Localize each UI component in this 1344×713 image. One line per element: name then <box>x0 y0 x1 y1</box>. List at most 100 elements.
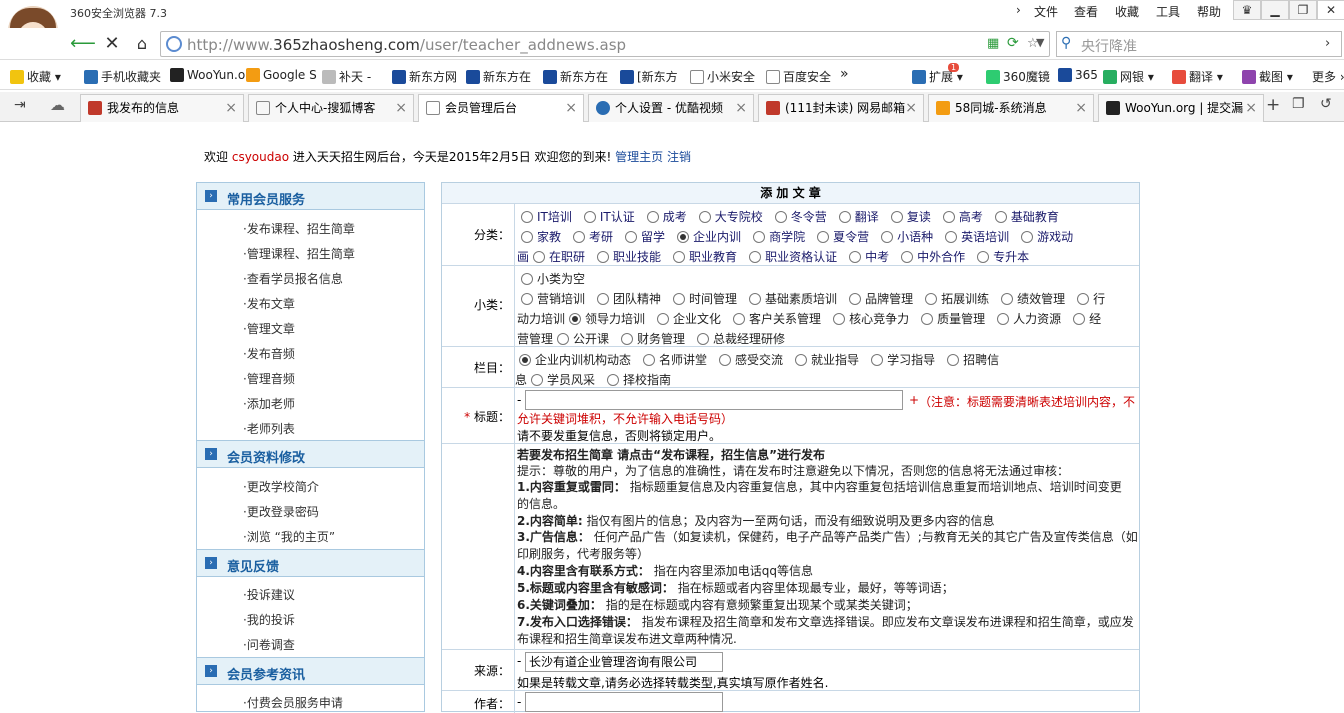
category-option[interactable]: 在职研 <box>529 250 585 264</box>
sidebar-item-enrollments[interactable]: ·查看学员报名信息 <box>243 270 343 287</box>
ext-screenshot[interactable]: 截图 ▾ <box>1242 68 1293 85</box>
bookmark-xdf-1[interactable]: 新东方网 <box>392 68 457 85</box>
category-option[interactable]: 基础教育 <box>991 210 1059 224</box>
source-input[interactable]: 长沙有道企业管理咨询有限公司 <box>525 652 723 672</box>
category-radio[interactable] <box>849 251 862 263</box>
subcategory-radio[interactable] <box>1077 293 1090 305</box>
sidebar-section-feedback[interactable]: › 意见反馈 <box>197 549 424 577</box>
tab-list-icon[interactable]: ❐ <box>1292 96 1305 112</box>
bookmark-xdf-3[interactable]: 新东方在 <box>543 68 608 85</box>
tab-163-mail[interactable]: (111封未读) 网易邮箱 × <box>758 94 924 122</box>
subcategory-radio[interactable] <box>733 313 746 325</box>
category-radio[interactable] <box>749 251 762 263</box>
category-radio[interactable] <box>774 211 787 223</box>
column-option[interactable]: 择校指南 <box>603 373 671 387</box>
url-input[interactable]: http://www.365zhaosheng.com/user/teacher… <box>160 31 1050 57</box>
category-radio[interactable] <box>890 211 903 223</box>
column-option[interactable]: 学习指导 <box>867 353 935 367</box>
sidebar-item-publish-audio[interactable]: ·发布音频 <box>243 345 295 362</box>
bookmark-mobile[interactable]: 手机收藏夹 <box>84 68 161 85</box>
subcategory-radio[interactable] <box>557 333 570 345</box>
ext-360mojing[interactable]: 360魔镜 <box>986 68 1050 85</box>
category-option[interactable]: 翻译 <box>835 210 879 224</box>
subcategory-option[interactable]: 公开课 <box>553 332 609 346</box>
subcategory-option[interactable]: 拓展训练 <box>921 292 989 306</box>
category-radio[interactable] <box>942 211 955 223</box>
category-radio[interactable] <box>625 231 638 243</box>
column-radio[interactable] <box>795 354 808 366</box>
subcategory-option[interactable]: 品牌管理 <box>845 292 913 306</box>
category-radio[interactable] <box>573 231 586 243</box>
subcategory-radio[interactable] <box>849 293 862 305</box>
column-option[interactable]: 就业指导 <box>791 353 859 367</box>
category-radio[interactable] <box>994 211 1007 223</box>
new-tab-icon[interactable]: + <box>1266 95 1280 115</box>
category-option[interactable]: 大专院校 <box>695 210 763 224</box>
category-option[interactable]: 高考 <box>939 210 983 224</box>
sidebar-item-teacher-list[interactable]: ·老师列表 <box>243 420 295 437</box>
subcategory-radio[interactable] <box>521 293 533 305</box>
cloud-icon[interactable]: ☁ <box>50 96 65 114</box>
subcategory-radio[interactable] <box>569 313 582 325</box>
tab-member-admin[interactable]: 会员管理后台 × <box>418 94 584 123</box>
subcategory-radio[interactable] <box>749 293 762 305</box>
category-radio[interactable] <box>698 211 711 223</box>
bookmark-google[interactable]: Google S <box>246 68 317 82</box>
column-radio[interactable] <box>531 374 544 386</box>
subcategory-option[interactable]: 质量管理 <box>917 312 985 326</box>
category-radio[interactable] <box>677 231 690 243</box>
category-radio[interactable] <box>521 231 533 243</box>
sidebar-section-common[interactable]: › 常用会员服务 <box>197 182 424 210</box>
subcategory-radio[interactable] <box>521 273 533 285</box>
subcategory-option[interactable]: 经 <box>1069 312 1101 326</box>
subcategory-option[interactable]: 小类为空 <box>517 272 585 286</box>
sidebar-item-my-homepage[interactable]: ·浏览 “我的主页” <box>243 528 335 545</box>
ext-bank[interactable]: 网银 ▾ <box>1103 68 1154 85</box>
subcategory-radio[interactable] <box>925 293 938 305</box>
category-option[interactable]: 中考 <box>845 250 889 264</box>
column-radio[interactable] <box>719 354 732 366</box>
category-option[interactable]: IT认证 <box>580 210 635 224</box>
category-option[interactable]: 企业内训 <box>673 230 741 244</box>
category-radio[interactable] <box>753 231 766 243</box>
tab-my-posts[interactable]: 我发布的信息 × <box>80 94 244 122</box>
sidebar-item-manage-course[interactable]: ·管理课程、招生简章 <box>243 245 355 262</box>
sidebar-item-publish-course[interactable]: ·发布课程、招生简章 <box>243 220 355 237</box>
subcategory-radio[interactable] <box>697 333 710 345</box>
search-input[interactable]: ⚲ 央行降准 › <box>1056 31 1342 57</box>
category-option[interactable]: 中外合作 <box>897 250 965 264</box>
close-button[interactable]: ✕ <box>1317 0 1344 20</box>
sidebar-item-school-intro[interactable]: ·更改学校简介 <box>243 478 319 495</box>
subcategory-radio[interactable] <box>921 313 934 325</box>
category-option[interactable]: 夏令营 <box>813 230 869 244</box>
sidebar-item-publish-article[interactable]: ·发布文章 <box>243 295 295 312</box>
admin-home-link[interactable]: 管理主页 <box>615 150 663 164</box>
compat-icon[interactable]: ⟳ <box>1007 35 1019 51</box>
category-radio[interactable] <box>1021 231 1034 243</box>
minimize-button[interactable]: ▁ <box>1261 0 1289 20</box>
maximize-button[interactable]: ❐ <box>1289 0 1317 20</box>
column-radio[interactable] <box>519 354 531 366</box>
subcategory-radio[interactable] <box>657 313 670 325</box>
subcategory-option[interactable]: 客户关系管理 <box>729 312 821 326</box>
sidebar-item-change-password[interactable]: ·更改登录密码 <box>243 503 319 520</box>
subcategory-option[interactable]: 企业文化 <box>653 312 721 326</box>
category-radio[interactable] <box>945 231 958 243</box>
subcategory-option[interactable]: 核心竞争力 <box>829 312 909 326</box>
url-dropdown-icon[interactable]: ▼ <box>1036 36 1044 49</box>
subcategory-option[interactable]: 行 <box>1073 292 1105 306</box>
bookmark-mi-security[interactable]: 小米安全 <box>690 68 755 85</box>
subcategory-option[interactable]: 团队精神 <box>593 292 661 306</box>
subcategory-radio[interactable] <box>1073 313 1086 325</box>
home-icon[interactable]: ⌂ <box>130 32 154 56</box>
column-option[interactable]: 企业内训机构动态 <box>515 353 631 367</box>
category-radio[interactable] <box>838 211 851 223</box>
subcategory-radio[interactable] <box>833 313 846 325</box>
column-radio[interactable] <box>871 354 884 366</box>
column-option[interactable]: 名师讲堂 <box>639 353 707 367</box>
extensions-button[interactable]: 扩展 1 ▾ <box>912 63 963 85</box>
column-option[interactable]: 学员风采 <box>527 373 595 387</box>
bookmark-xdf-2[interactable]: 新东方在 <box>466 68 531 85</box>
column-radio[interactable] <box>947 354 960 366</box>
sidebar-item-complaint[interactable]: ·投诉建议 <box>243 586 295 603</box>
